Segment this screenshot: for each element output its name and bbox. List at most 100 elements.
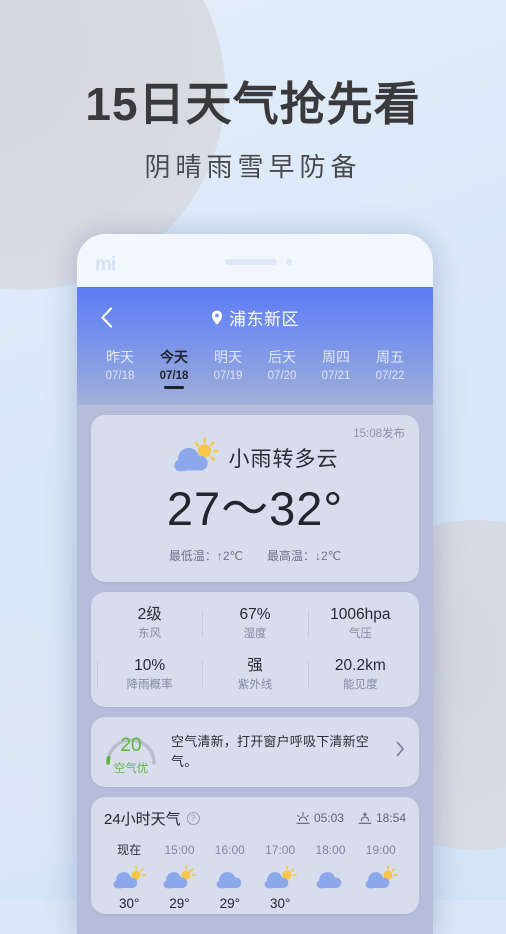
aqi-level: 空气优 — [113, 762, 149, 775]
hour-temp: 29° — [169, 895, 190, 911]
day-tab-label: 周五 — [376, 349, 404, 365]
day-tab-1[interactable]: 今天 07/18 — [147, 347, 201, 399]
sunset-time: 18:54 — [375, 811, 406, 826]
day-tab-label: 明天 — [214, 349, 242, 365]
earpiece-speaker — [224, 259, 277, 265]
hourly-item-3[interactable]: 17:00 30° — [255, 841, 305, 914]
metric-value: 2级 — [137, 605, 162, 623]
day-tab-4[interactable]: 周四 07/21 — [309, 347, 363, 399]
cloud-icon — [305, 863, 355, 893]
hour-temp: 30° — [269, 895, 291, 911]
day-tabs: 昨天 07/18 今天 07/18 明天 07/19 后天 07/20 周四 0… — [93, 347, 417, 399]
high-temp-delta: 最高温：↓2℃ — [267, 548, 342, 563]
hour-time: 现在 — [117, 842, 142, 857]
metric-precipitation: 10% 降雨概率 — [97, 655, 202, 694]
day-tab-2[interactable]: 明天 07/19 — [201, 347, 255, 399]
day-tab-3[interactable]: 后天 07/20 — [255, 347, 309, 399]
hourly-list: 现在 30° 15:00 29° 16:00 29° 17:00 30° 18:… — [104, 841, 406, 914]
mi-logo: mi — [95, 254, 116, 275]
metric-pressure: 1006hpa 气压 — [307, 604, 413, 643]
day-tab-label: 后天 — [268, 349, 296, 365]
day-tab-label: 昨天 — [106, 349, 134, 365]
metric-visibility: 20.2km 能见度 — [307, 655, 413, 694]
day-tab-date: 07/20 — [267, 370, 297, 382]
metric-label: 降雨概率 — [126, 678, 173, 691]
day-tab-5[interactable]: 周五 07/22 — [363, 347, 417, 399]
back-button[interactable] — [93, 304, 119, 330]
phone-top-bezel: mi — [77, 234, 433, 287]
sunset-icon — [358, 811, 372, 824]
sunset-item: 18:54 — [358, 811, 406, 825]
temperature-range: 27～32° — [166, 482, 344, 535]
air-quality-card[interactable]: 20 空气优 空气清新，打开窗户呼吸下清新空气。 — [91, 716, 419, 787]
hour-time: 16:00 — [214, 842, 245, 857]
sun-behind-cloud-icon — [356, 863, 406, 893]
hourly-item-2[interactable]: 16:00 29° — [205, 841, 255, 914]
hour-time: 18:00 — [315, 842, 346, 857]
sunrise-item: 05:03 — [296, 811, 344, 825]
hourly-item-1[interactable]: 15:00 29° — [154, 841, 204, 914]
front-camera-icon — [286, 259, 292, 265]
hourly-item-4[interactable]: 18:00 — [305, 841, 355, 914]
day-tab-label: 周四 — [322, 349, 350, 365]
temp-delta-row: 最低温：↑2℃ 最高温：↓2℃ — [105, 547, 405, 564]
sun-times-group: 05:03 18:54 — [296, 811, 406, 825]
metric-uv: 强 紫外线 — [202, 655, 307, 694]
hourly-title: 24小时天气 — [104, 810, 181, 828]
phone-mockup: mi 浦东新区 昨天 07/18 今天 07/18 明天 07/19 后天 07… — [77, 234, 433, 934]
day-tab-0[interactable]: 昨天 07/18 — [93, 347, 147, 399]
hour-temp: 30° — [118, 895, 140, 911]
hour-time: 19:00 — [365, 842, 396, 857]
phone-screen: 浦东新区 昨天 07/18 今天 07/18 明天 07/19 后天 07/20… — [77, 287, 433, 934]
chevron-left-icon — [100, 306, 112, 328]
weather-metrics-card: 2级 东风 67% 湿度 1006hpa 气压 10% 降雨概率 强 紫外线 2… — [91, 591, 419, 707]
current-weather-card: 15:08发布 小雨转多云 27～32° 最低温：↑2℃ 最高温：↓2℃ — [91, 415, 419, 582]
hour-temp: 29° — [219, 895, 241, 911]
app-header: 浦东新区 昨天 07/18 今天 07/18 明天 07/19 后天 07/20… — [77, 287, 433, 405]
location-pin-icon — [211, 310, 223, 325]
day-tab-date: 07/21 — [321, 370, 351, 382]
sun-behind-cloud-icon — [255, 863, 305, 893]
day-tab-date: 07/18 — [105, 370, 135, 382]
metric-label: 气压 — [348, 627, 372, 640]
metric-label: 紫外线 — [237, 678, 273, 691]
air-quality-chevron[interactable] — [396, 741, 407, 762]
day-tab-label: 今天 — [160, 349, 188, 365]
metric-value: 20.2km — [334, 656, 386, 674]
publish-time: 15:08发布 — [353, 428, 405, 440]
metric-value: 1006hpa — [330, 605, 391, 623]
app-body: 15:08发布 小雨转多云 27～32° 最低温：↑2℃ 最高温：↓2℃ 2级 … — [77, 405, 433, 914]
sun-behind-cloud-icon — [172, 436, 220, 480]
cloud-icon — [205, 863, 255, 893]
hourly-item-5[interactable]: 19:00 — [356, 841, 406, 914]
metric-value: 10% — [134, 656, 166, 674]
condition-row: 小雨转多云 — [105, 435, 405, 481]
sun-behind-cloud-icon — [104, 863, 154, 893]
location-display[interactable]: 浦东新区 — [93, 305, 417, 330]
promo-title: 15日天气抢先看 — [85, 78, 421, 130]
promo-subtitle: 阴晴雨雪早防备 — [144, 151, 362, 182]
sunrise-icon — [296, 811, 310, 824]
promo-headline: 15日天气抢先看 阴晴雨雪早防备 — [0, 78, 506, 184]
day-tab-date: 07/18 — [159, 370, 189, 382]
active-tab-indicator — [164, 386, 184, 389]
metric-value: 67% — [239, 605, 271, 623]
sunrise-time: 05:03 — [313, 811, 344, 826]
day-tab-date: 07/22 — [375, 370, 405, 382]
sun-behind-cloud-icon — [154, 863, 204, 893]
air-advice-text: 空气清新，打开窗户呼吸下清新空气。 — [171, 733, 370, 769]
aqi-value: 20 — [120, 734, 142, 756]
metric-label: 湿度 — [243, 627, 267, 640]
metric-label: 能见度 — [343, 678, 378, 691]
hourly-header: 24小时天气 ? 05:03 18:54 — [104, 808, 406, 829]
metric-wind: 2级 东风 — [97, 604, 202, 643]
aqi-gauge: 20 空气优 — [103, 728, 159, 776]
hourly-item-0[interactable]: 现在 30° — [104, 841, 154, 914]
question-mark-icon[interactable]: ? — [186, 811, 200, 825]
metrics-grid: 2级 东风 67% 湿度 1006hpa 气压 10% 降雨概率 强 紫外线 2… — [97, 604, 413, 694]
hourly-forecast-card: 24小时天气 ? 05:03 18:54 现在 30° 15:00 29° 16… — [91, 796, 419, 914]
metric-humidity: 67% 湿度 — [202, 604, 307, 643]
low-temp-delta: 最低温：↑2℃ — [168, 548, 243, 563]
hour-time: 17:00 — [265, 842, 296, 857]
hour-time: 15:00 — [164, 842, 195, 857]
